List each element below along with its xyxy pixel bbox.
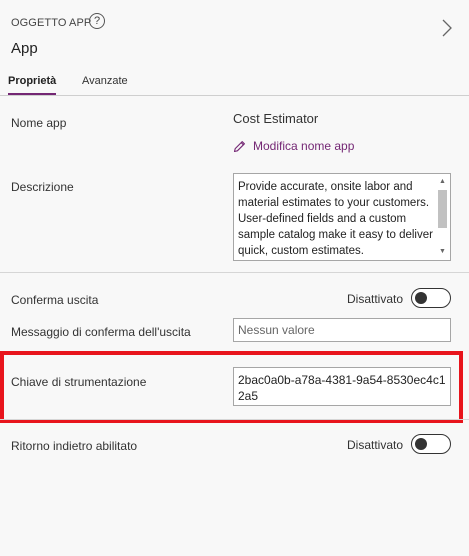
scroll-down-arrow-icon[interactable]: ▼ (439, 248, 446, 255)
toggle-knob (415, 292, 427, 304)
object-title: App (11, 40, 38, 57)
chevron-right-icon[interactable] (438, 18, 456, 38)
exit-message-input[interactable] (233, 318, 451, 342)
scroll-up-arrow-icon[interactable]: ▲ (439, 178, 446, 185)
scroll-thumb[interactable] (438, 190, 447, 228)
confirm-exit-label: Conferma uscita (11, 293, 99, 307)
object-type-label: OGGETTO APP (11, 17, 92, 29)
question-circle-icon[interactable]: ? (89, 13, 105, 29)
back-enabled-state: Disattivato (347, 438, 404, 452)
description-scrollbar[interactable]: ▲ ▼ (436, 175, 449, 259)
edit-app-name-label: Modifica nome app (253, 139, 355, 153)
section-divider (0, 419, 469, 420)
description-label: Descrizione (11, 180, 74, 194)
tab-advanced[interactable]: Avanzate (82, 75, 128, 87)
toggle-knob (415, 438, 427, 450)
tab-properties[interactable]: Proprietà (8, 75, 56, 87)
app-name-value: Cost Estimator (233, 111, 319, 126)
confirm-exit-toggle[interactable] (411, 288, 451, 308)
back-enabled-toggle[interactable] (411, 434, 451, 454)
description-text: Provide accurate, onsite labor and mater… (238, 181, 433, 257)
tabs-divider (0, 95, 469, 96)
highlight-annotation-box (0, 351, 463, 423)
confirm-exit-state: Disattivato (347, 292, 404, 306)
description-textarea[interactable]: Provide accurate, onsite labor and mater… (233, 173, 451, 261)
pencil-icon (233, 140, 245, 152)
section-divider (0, 272, 469, 273)
back-enabled-label: Ritorno indietro abilitato (11, 439, 138, 453)
edit-app-name-link[interactable]: Modifica nome app (233, 138, 354, 154)
exit-message-label: Messaggio di conferma dell'uscita (11, 325, 191, 339)
app-name-label: Nome app (11, 116, 67, 130)
